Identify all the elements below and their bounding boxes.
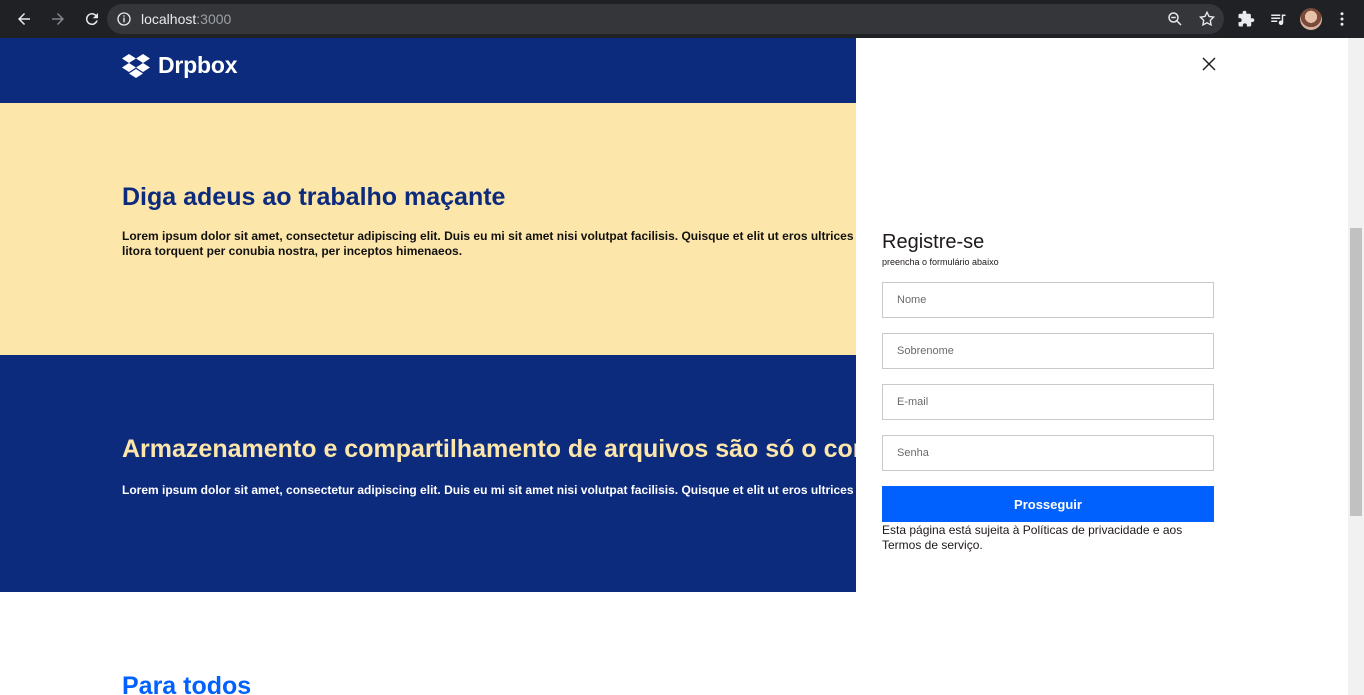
- forward-button[interactable]: [42, 3, 74, 35]
- close-icon[interactable]: [1200, 55, 1218, 73]
- hero-text: Lorem ipsum dolor sit amet, consectetur …: [122, 229, 871, 258]
- brand-name: Drpbox: [158, 52, 238, 78]
- address-bar[interactable]: localhost:3000: [107, 4, 1224, 34]
- arrow-left-icon: [18, 13, 30, 25]
- extensions-puzzle-icon[interactable]: [1237, 10, 1255, 28]
- media-queue-icon[interactable]: [1269, 10, 1287, 28]
- submit-button[interactable]: Prosseguir: [882, 486, 1214, 522]
- reload-icon: [85, 13, 98, 26]
- url-port: :3000: [196, 11, 232, 27]
- password-input[interactable]: [882, 435, 1214, 471]
- storage-text: Lorem ipsum dolor sit amet, consectetur …: [122, 483, 862, 497]
- url-text[interactable]: localhost:3000: [141, 11, 231, 27]
- page-viewport: Drpbox Diga adeus ao trabalho maçante Lo…: [0, 38, 1348, 695]
- storage-title: Armazenamento e compartilhamento de arqu…: [122, 435, 889, 463]
- site-logo[interactable]: Drpbox: [122, 52, 238, 79]
- page-scrollbar[interactable]: [1348, 38, 1364, 695]
- bookmark-star-icon[interactable]: [1198, 10, 1216, 28]
- back-button[interactable]: [8, 3, 40, 35]
- reload-button[interactable]: [76, 3, 108, 35]
- register-subtitle: preencha o formulário abaixo: [882, 257, 999, 267]
- last-name-input[interactable]: [882, 333, 1214, 369]
- zoom-icon[interactable]: [1166, 10, 1184, 28]
- register-title: Registre-se: [882, 231, 985, 253]
- arrow-right-icon: [52, 13, 64, 25]
- info-icon[interactable]: [116, 11, 132, 27]
- legal-notice: Esta página está sujeita à Políticas de …: [882, 523, 1183, 552]
- url-host: localhost: [141, 11, 197, 27]
- profile-avatar[interactable]: [1300, 8, 1322, 30]
- hero-title: Diga adeus ao trabalho maçante: [122, 183, 506, 211]
- audience-title: Para todos: [122, 672, 252, 695]
- first-name-input[interactable]: [882, 282, 1214, 318]
- scrollbar-thumb[interactable]: [1350, 228, 1362, 516]
- email-input[interactable]: [882, 384, 1214, 420]
- dropbox-logo-icon: [122, 53, 150, 78]
- menu-kebab-icon[interactable]: [1333, 10, 1351, 28]
- register-drawer: Registre-se preencha o formulário abaixo…: [856, 38, 1348, 695]
- browser-toolbar: localhost:3000: [0, 0, 1364, 38]
